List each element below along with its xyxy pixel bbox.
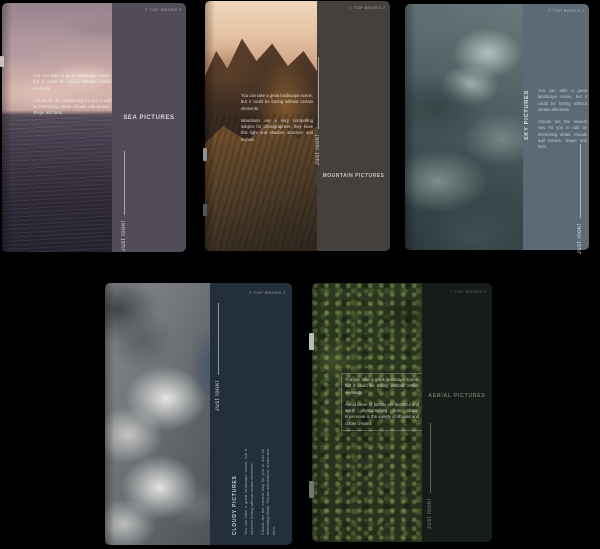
tagline: Just look! — [315, 134, 321, 166]
spine-shadow — [405, 4, 523, 250]
sea-text-block: You can take a great landscape scene, bu… — [33, 73, 111, 123]
vertical-rule — [429, 423, 431, 493]
forest-aerial-photo: You can take a great landscape scene, bu… — [312, 283, 422, 542]
tagline: Just look! — [215, 380, 221, 412]
book-cover-sea: You can take a great landscape scene, bu… — [0, 3, 189, 256]
intro-paragraph: You can take a great landscape scene, bu… — [33, 73, 111, 91]
brand-logo: ≡ TOP BOOKS ≡ — [548, 8, 585, 13]
cloud-bank-photo — [105, 283, 210, 545]
intro-paragraph: You can take a great landscape scene, bu… — [538, 88, 587, 112]
bookmark-tab — [309, 481, 314, 498]
book-cover-sky: ≡ TOP BOOKS ≡ SKY PICTURES You can take … — [405, 4, 592, 254]
body-paragraph: Clouds are the easiest way for you to ad… — [259, 449, 277, 535]
cloudy-rotated-text-block: CLOUDY PICTURES You can take a great lan… — [232, 449, 282, 535]
mountain-text-block: You can take a great landscape scene, bu… — [241, 93, 317, 149]
storm-sky-photo — [405, 4, 523, 250]
cover-title: SEA PICTURES — [123, 115, 175, 121]
tagline-group: Just look! — [424, 423, 436, 529]
vertical-rule — [123, 151, 125, 215]
body-paragraph: Clouds are the easiest way for you to ad… — [33, 97, 111, 116]
tagline-group: Just look! — [574, 144, 586, 254]
bookmark-tab — [309, 333, 314, 350]
brand-logo: ≡ TOP BOOKS ≡ — [249, 290, 286, 295]
cover-title: AERIAL PICTURES — [428, 393, 486, 399]
cover-collection: You can take a great landscape scene, bu… — [0, 0, 600, 549]
spine-shadow — [2, 3, 112, 252]
brand-logo: ≡ TOP BOOKS ≡ — [349, 5, 386, 10]
aerial-text-block: You can take a great landscape scene, bu… — [341, 373, 422, 432]
tagline-group: Just look! — [312, 57, 324, 165]
book-cover-mountain: You can take a great landscape scene, bu… — [203, 1, 393, 255]
vertical-rule — [579, 144, 581, 218]
sea-sunset-photo: You can take a great landscape scene, bu… — [2, 3, 112, 252]
cover-title: MOUNTAIN PICTURES — [322, 173, 385, 179]
bookmark-tab — [203, 204, 207, 216]
book-cover-cloudy: ≡ TOP BOOKS ≡ Just look! CLOUDY PICTURES… — [105, 283, 295, 549]
mountain-panel: ≡ TOP BOOKS ≡ MOUNTAIN PICTURES — [317, 1, 390, 251]
body-paragraph: Mountains are a very compelling subject … — [241, 117, 313, 142]
tagline: Just look! — [121, 220, 127, 252]
vertical-rule — [217, 303, 219, 375]
bookmark-tab — [0, 56, 4, 67]
bookmark-tab — [203, 148, 207, 161]
vertical-rule — [317, 57, 319, 129]
cover-title: CLOUDY PICTURES — [232, 475, 238, 535]
tagline-group: Just look! — [212, 303, 224, 411]
spine-shadow — [105, 283, 210, 545]
tagline: Just look! — [577, 223, 583, 255]
intro-paragraph: You can take a great landscape scene, bu… — [345, 377, 419, 395]
brand-logo: ≡ TOP BOOKS ≡ — [450, 289, 487, 294]
book-cover-aerial: You can take a great landscape scene, bu… — [309, 283, 495, 546]
cover-title: SKY PICTURES — [524, 90, 530, 141]
body-paragraph: Aerial views of forests are beautiful an… — [345, 401, 419, 426]
tagline: Just look! — [427, 498, 433, 530]
mountain-ridge-photo: You can take a great landscape scene, bu… — [205, 1, 317, 251]
tagline-group: Just look! — [118, 151, 130, 251]
intro-paragraph: You can take a great landscape scene, bu… — [241, 93, 314, 111]
brand-logo: ≡ TOP BOOKS ≡ — [145, 7, 182, 12]
intro-paragraph: You can take a great landscape scene, bu… — [243, 449, 254, 535]
